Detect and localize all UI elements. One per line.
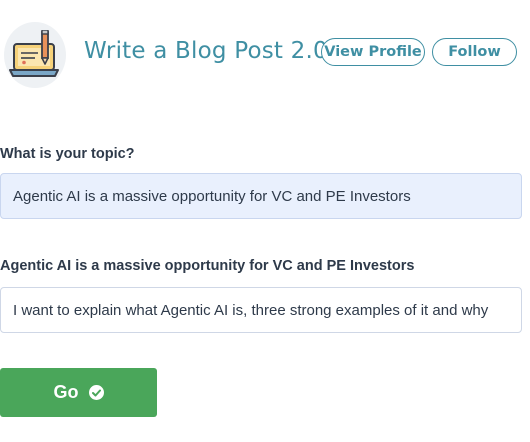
check-circle-icon bbox=[88, 385, 104, 400]
topic-input[interactable] bbox=[0, 173, 522, 219]
app-header: Write a Blog Post 2.0 View Profile Follo… bbox=[0, 0, 530, 105]
view-profile-button[interactable]: View Profile bbox=[321, 38, 425, 66]
follow-button[interactable]: Follow bbox=[432, 38, 517, 66]
go-button-label: Go bbox=[53, 382, 79, 402]
details-input[interactable] bbox=[0, 287, 522, 333]
page-title: Write a Blog Post 2.0 bbox=[84, 38, 328, 64]
go-button[interactable]: Go bbox=[0, 368, 157, 417]
laptop-pencil-icon bbox=[9, 30, 59, 77]
details-label: Agentic AI is a massive opportunity for … bbox=[0, 258, 415, 274]
topic-label: What is your topic? bbox=[0, 146, 135, 162]
